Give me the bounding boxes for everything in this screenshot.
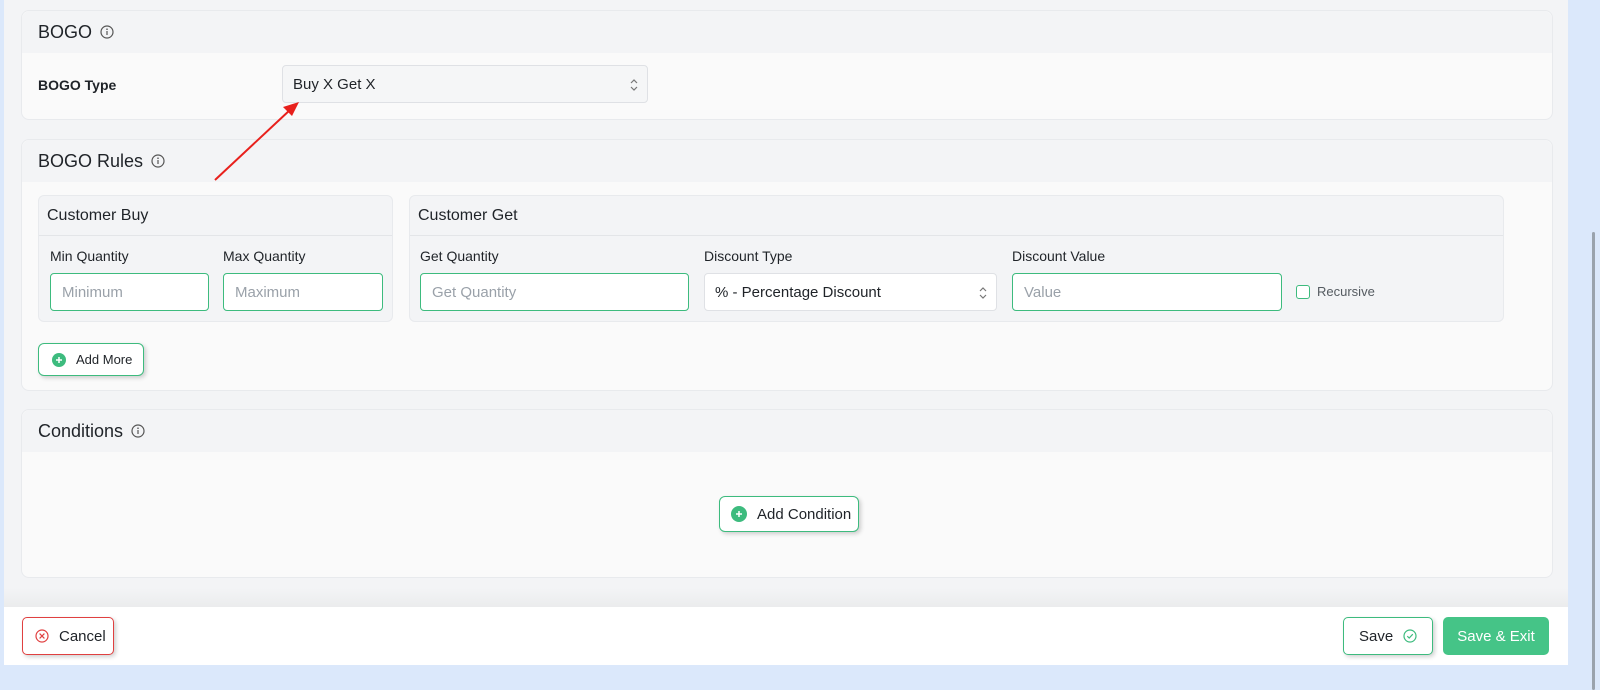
recursive-checkbox[interactable]: [1296, 285, 1310, 299]
bogo-rules-card: BOGO Rules Customer Buy Min Quantity Max…: [21, 139, 1553, 391]
cancel-label: Cancel: [59, 627, 106, 645]
conditions-header: Conditions: [22, 410, 1552, 452]
conditions-title: Conditions: [38, 420, 124, 441]
customer-buy-title: Customer Buy: [39, 196, 392, 236]
get-quantity-input[interactable]: [420, 273, 689, 311]
discount-value-label: Discount Value: [1012, 248, 1106, 264]
save-label: Save: [1359, 627, 1394, 645]
footer-bar: [4, 607, 1568, 665]
conditions-card: Conditions Add Condition: [21, 409, 1553, 578]
app-content: BOGO BOGO Type Buy X Get X BOGO Rules Cu…: [4, 0, 1568, 665]
discount-type-label: Discount Type: [704, 248, 793, 264]
info-icon[interactable]: [131, 424, 145, 438]
plus-circle-icon: [52, 352, 66, 367]
add-condition-label: Add Condition: [757, 505, 852, 523]
bogo-type-value: Buy X Get X: [293, 75, 376, 93]
add-more-button[interactable]: Add More: [38, 343, 144, 376]
bogo-header: BOGO: [22, 11, 1552, 53]
cancel-button[interactable]: Cancel: [22, 617, 114, 655]
discount-type-select[interactable]: % - Percentage Discount: [704, 273, 997, 311]
discount-value-input[interactable]: [1012, 273, 1282, 311]
save-button[interactable]: Save: [1343, 617, 1433, 655]
customer-get-title: Customer Get: [410, 196, 1503, 236]
min-quantity-input[interactable]: [50, 273, 209, 311]
bogo-type-select[interactable]: Buy X Get X: [282, 65, 648, 103]
max-quantity-input[interactable]: [223, 273, 383, 311]
info-icon[interactable]: [100, 25, 114, 39]
bogo-title: BOGO: [38, 21, 93, 42]
select-chevron-icon: [630, 79, 638, 91]
footer-divider: [4, 588, 1568, 607]
info-icon[interactable]: [151, 154, 165, 168]
bogo-rules-title: BOGO Rules: [38, 150, 144, 171]
check-circle-icon: [1403, 629, 1417, 643]
customer-get-panel: Customer Get Get Quantity Discount Type …: [409, 195, 1504, 322]
get-quantity-label: Get Quantity: [420, 248, 499, 264]
bogo-rules-header: BOGO Rules: [22, 140, 1552, 182]
plus-circle-icon: [731, 506, 747, 522]
save-exit-label: Save & Exit: [1457, 627, 1535, 645]
max-quantity-label: Max Quantity: [223, 248, 306, 264]
scrollbar-thumb[interactable]: [1592, 232, 1595, 690]
close-circle-icon: [35, 629, 49, 643]
recursive-label[interactable]: Recursive: [1317, 284, 1375, 299]
add-more-label: Add More: [76, 352, 133, 367]
bogo-type-label: BOGO Type: [38, 77, 117, 93]
scrollbar-track: [1568, 0, 1600, 690]
min-quantity-label: Min Quantity: [50, 248, 129, 264]
discount-type-value: % - Percentage Discount: [715, 283, 881, 301]
bogo-card: BOGO BOGO Type Buy X Get X: [21, 10, 1553, 120]
add-condition-button[interactable]: Add Condition: [719, 496, 859, 532]
save-exit-button[interactable]: Save & Exit: [1443, 617, 1549, 655]
customer-buy-panel: Customer Buy Min Quantity Max Quantity: [38, 195, 393, 322]
select-chevron-icon: [979, 287, 987, 299]
